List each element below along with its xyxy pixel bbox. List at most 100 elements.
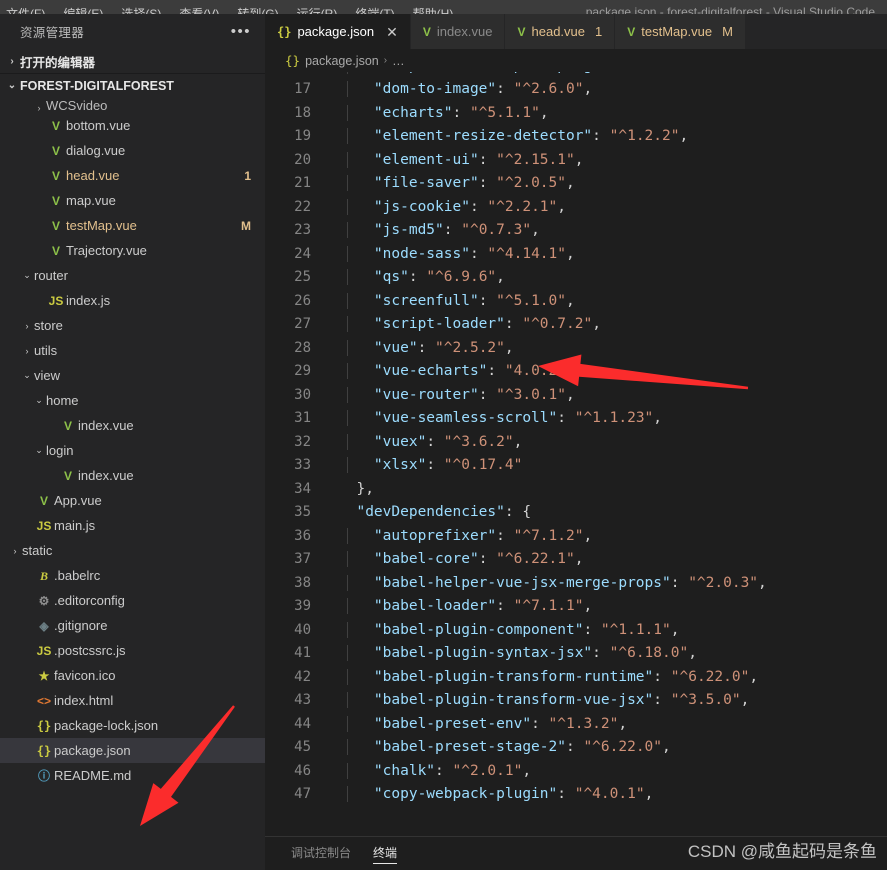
code-line: 22 "js-cookie": "^2.2.1",: [265, 195, 887, 219]
indent-guide: [347, 198, 348, 215]
tree-item-trajectory-vue[interactable]: V Trajectory.vue: [0, 238, 265, 263]
tree-item-label: index.vue: [78, 468, 134, 483]
code-line-text: "babel-plugin-transform-runtime": "^6.22…: [339, 668, 887, 685]
indent-guide: [347, 363, 348, 380]
code-line: 47 "copy-webpack-plugin": "^4.0.1",: [265, 783, 887, 807]
tree-item-store[interactable]: › store: [0, 313, 265, 338]
panel-tab-terminal[interactable]: 终端: [373, 844, 398, 864]
code-line-text: "vue-seamless-scroll": "^1.1.23",: [339, 410, 887, 427]
tree-item-index-html[interactable]: <> index.html: [0, 688, 265, 713]
code-line-text: "babel-preset-env": "^1.3.2",: [339, 715, 887, 732]
open-editors-section[interactable]: › 打开的编辑器: [0, 49, 265, 73]
vue-file-icon: V: [627, 24, 636, 39]
tree-item-badge: M: [241, 218, 251, 233]
editor-tab-label: testMap.vue: [641, 24, 713, 39]
code-line-text: "vue-router": "^3.0.1",: [339, 386, 887, 403]
tree-item--postcssrc-js[interactable]: JS .postcssrc.js: [0, 638, 265, 663]
code-line-text: },: [339, 481, 887, 497]
code-line-text: "copy-webpack-plugin": "^4.0.1",: [339, 786, 887, 803]
tree-item-router[interactable]: ⌄ router: [0, 263, 265, 288]
code-line-text: "babel-plugin-component": "^1.1.1",: [339, 621, 887, 638]
explorer-sidebar: 资源管理器 ••• › 打开的编辑器 ⌄ FOREST-DIGITALFORES…: [0, 14, 265, 870]
tree-item-favicon-ico[interactable]: ★ favicon.ico: [0, 663, 265, 688]
tree-item-package-json[interactable]: {} package.json: [0, 738, 265, 763]
tree-item--editorconfig[interactable]: ⚙ .editorconfig: [0, 588, 265, 613]
tree-item-view[interactable]: ⌄ view: [0, 363, 265, 388]
editor-tab-badge: 1: [595, 24, 603, 39]
tree-item-head-vue[interactable]: Vhead.vue 1: [0, 163, 265, 188]
menu-bar: 文件(F) 编辑(E) 选择(S) 查看(V) 转到(G) 运行(R) 终端(T) 帮助(H)…: [0, 0, 887, 14]
code-line-text: "vue": "^2.5.2",: [339, 339, 887, 356]
code-line: 36 "autoprefixer": "^7.1.2",: [265, 524, 887, 548]
line-number: 28: [294, 339, 311, 356]
line-number: 27: [294, 316, 311, 333]
editor-tab-testmap-vue[interactable]: VtestMap.vue M: [615, 14, 746, 49]
explorer-header: 资源管理器 •••: [0, 14, 265, 49]
indent-guide: [347, 410, 348, 427]
code-line: 39 "babel-loader": "^7.1.1",: [265, 595, 887, 619]
panel-tab-debug-console[interactable]: 调试控制台: [291, 844, 351, 863]
code-line-text: "chalk": "^2.0.1",: [339, 762, 887, 779]
tree-item-map-vue[interactable]: Vmap.vue: [0, 188, 265, 213]
tree-item-index-js[interactable]: JS index.js: [0, 288, 265, 313]
tree-item-app-vue[interactable]: V App.vue: [0, 488, 265, 513]
project-label: FOREST-DIGITALFOREST: [20, 78, 174, 93]
chevron-right-icon: ›: [37, 103, 41, 113]
line-number: 30: [294, 386, 311, 403]
tree-item-bottom-vue[interactable]: Vbottom.vue: [0, 113, 265, 138]
tree-item-dialog-vue[interactable]: Vdialog.vue: [0, 138, 265, 163]
json-file-icon: {}: [36, 743, 52, 758]
tree-item-utils[interactable]: › utils: [0, 338, 265, 363]
tree-item-home[interactable]: ⌄ home: [0, 388, 265, 413]
tree-item-label: dialog.vue: [66, 143, 126, 158]
editor-tab-head-vue[interactable]: Vhead.vue 1: [505, 14, 616, 49]
tree-item-main-js[interactable]: JS main.js: [0, 513, 265, 538]
code-line-text: "screenfull": "^5.1.0",: [339, 292, 887, 309]
tree-item-label: index.js: [66, 293, 111, 308]
breadcrumb-file[interactable]: package.json: [305, 54, 379, 68]
indent-guide: [347, 175, 348, 192]
tree-item-wcsvideo[interactable]: › WCSvideo: [0, 97, 265, 113]
editor-tab-label: index.vue: [436, 24, 493, 39]
json-file-icon: {}: [277, 24, 292, 39]
code-line: 28 "vue": "^2.5.2",: [265, 336, 887, 360]
project-section[interactable]: ⌄ FOREST-DIGITALFOREST: [0, 73, 265, 97]
open-editors-label: 打开的编辑器: [20, 55, 96, 70]
window-title: package.json - forest-digitalforest - Vi…: [585, 5, 875, 14]
tree-item-login[interactable]: ⌄ login: [0, 438, 265, 463]
editor-tab-label: package.json: [297, 24, 375, 39]
more-actions-icon[interactable]: •••: [231, 24, 251, 39]
tree-item-index-vue[interactable]: Vindex.vue: [0, 463, 265, 488]
indent-guide: [347, 457, 348, 474]
vue-file-icon: V: [63, 418, 72, 433]
tree-item-package-lock-json[interactable]: {} package-lock.json: [0, 713, 265, 738]
code-line: 29 "vue-echarts": "4.0.2",: [265, 360, 887, 384]
code-line-text: "qs": "^6.9.6",: [339, 269, 887, 286]
tree-item-readme-md[interactable]: ⓘ README.md: [0, 763, 265, 788]
line-number: 29: [294, 363, 311, 380]
editor-tab-index-vue[interactable]: Vindex.vue: [410, 14, 506, 49]
js-file-icon: JS: [36, 643, 52, 658]
tree-item-label: .babelrc: [54, 568, 101, 583]
tree-item-index-vue[interactable]: Vindex.vue: [0, 413, 265, 438]
code-line-text: "babel-preset-stage-2": "^6.22.0",: [339, 739, 887, 756]
line-number: 34: [294, 480, 311, 497]
tree-item-testmap-vue[interactable]: VtestMap.vue M: [0, 213, 265, 238]
tree-item-label: testMap.vue: [66, 218, 137, 233]
code-line: 45 "babel-preset-stage-2": "^6.22.0",: [265, 736, 887, 760]
vue-file-icon: V: [51, 143, 60, 158]
tree-item-label: static: [22, 543, 53, 558]
breadcrumb-trailing[interactable]: …: [392, 54, 405, 68]
tree-item-static[interactable]: › static: [0, 538, 265, 563]
tree-item--gitignore[interactable]: ◈ .gitignore: [0, 613, 265, 638]
vue-file-icon: V: [422, 24, 431, 39]
tree-item--babelrc[interactable]: B .babelrc: [0, 563, 265, 588]
line-number: 16: [265, 72, 323, 74]
tree-item-label: home: [46, 393, 79, 408]
close-icon[interactable]: ✕: [386, 25, 398, 39]
editor-tab-label: head.vue: [531, 24, 586, 39]
line-number: 41: [294, 645, 311, 662]
editor-tab-package-json[interactable]: {} package.json ✕: [265, 14, 411, 49]
indent-guide: [347, 72, 348, 74]
code-editor[interactable]: 16 "compression-webpack-plugin": "^1.1.1…: [265, 72, 887, 836]
